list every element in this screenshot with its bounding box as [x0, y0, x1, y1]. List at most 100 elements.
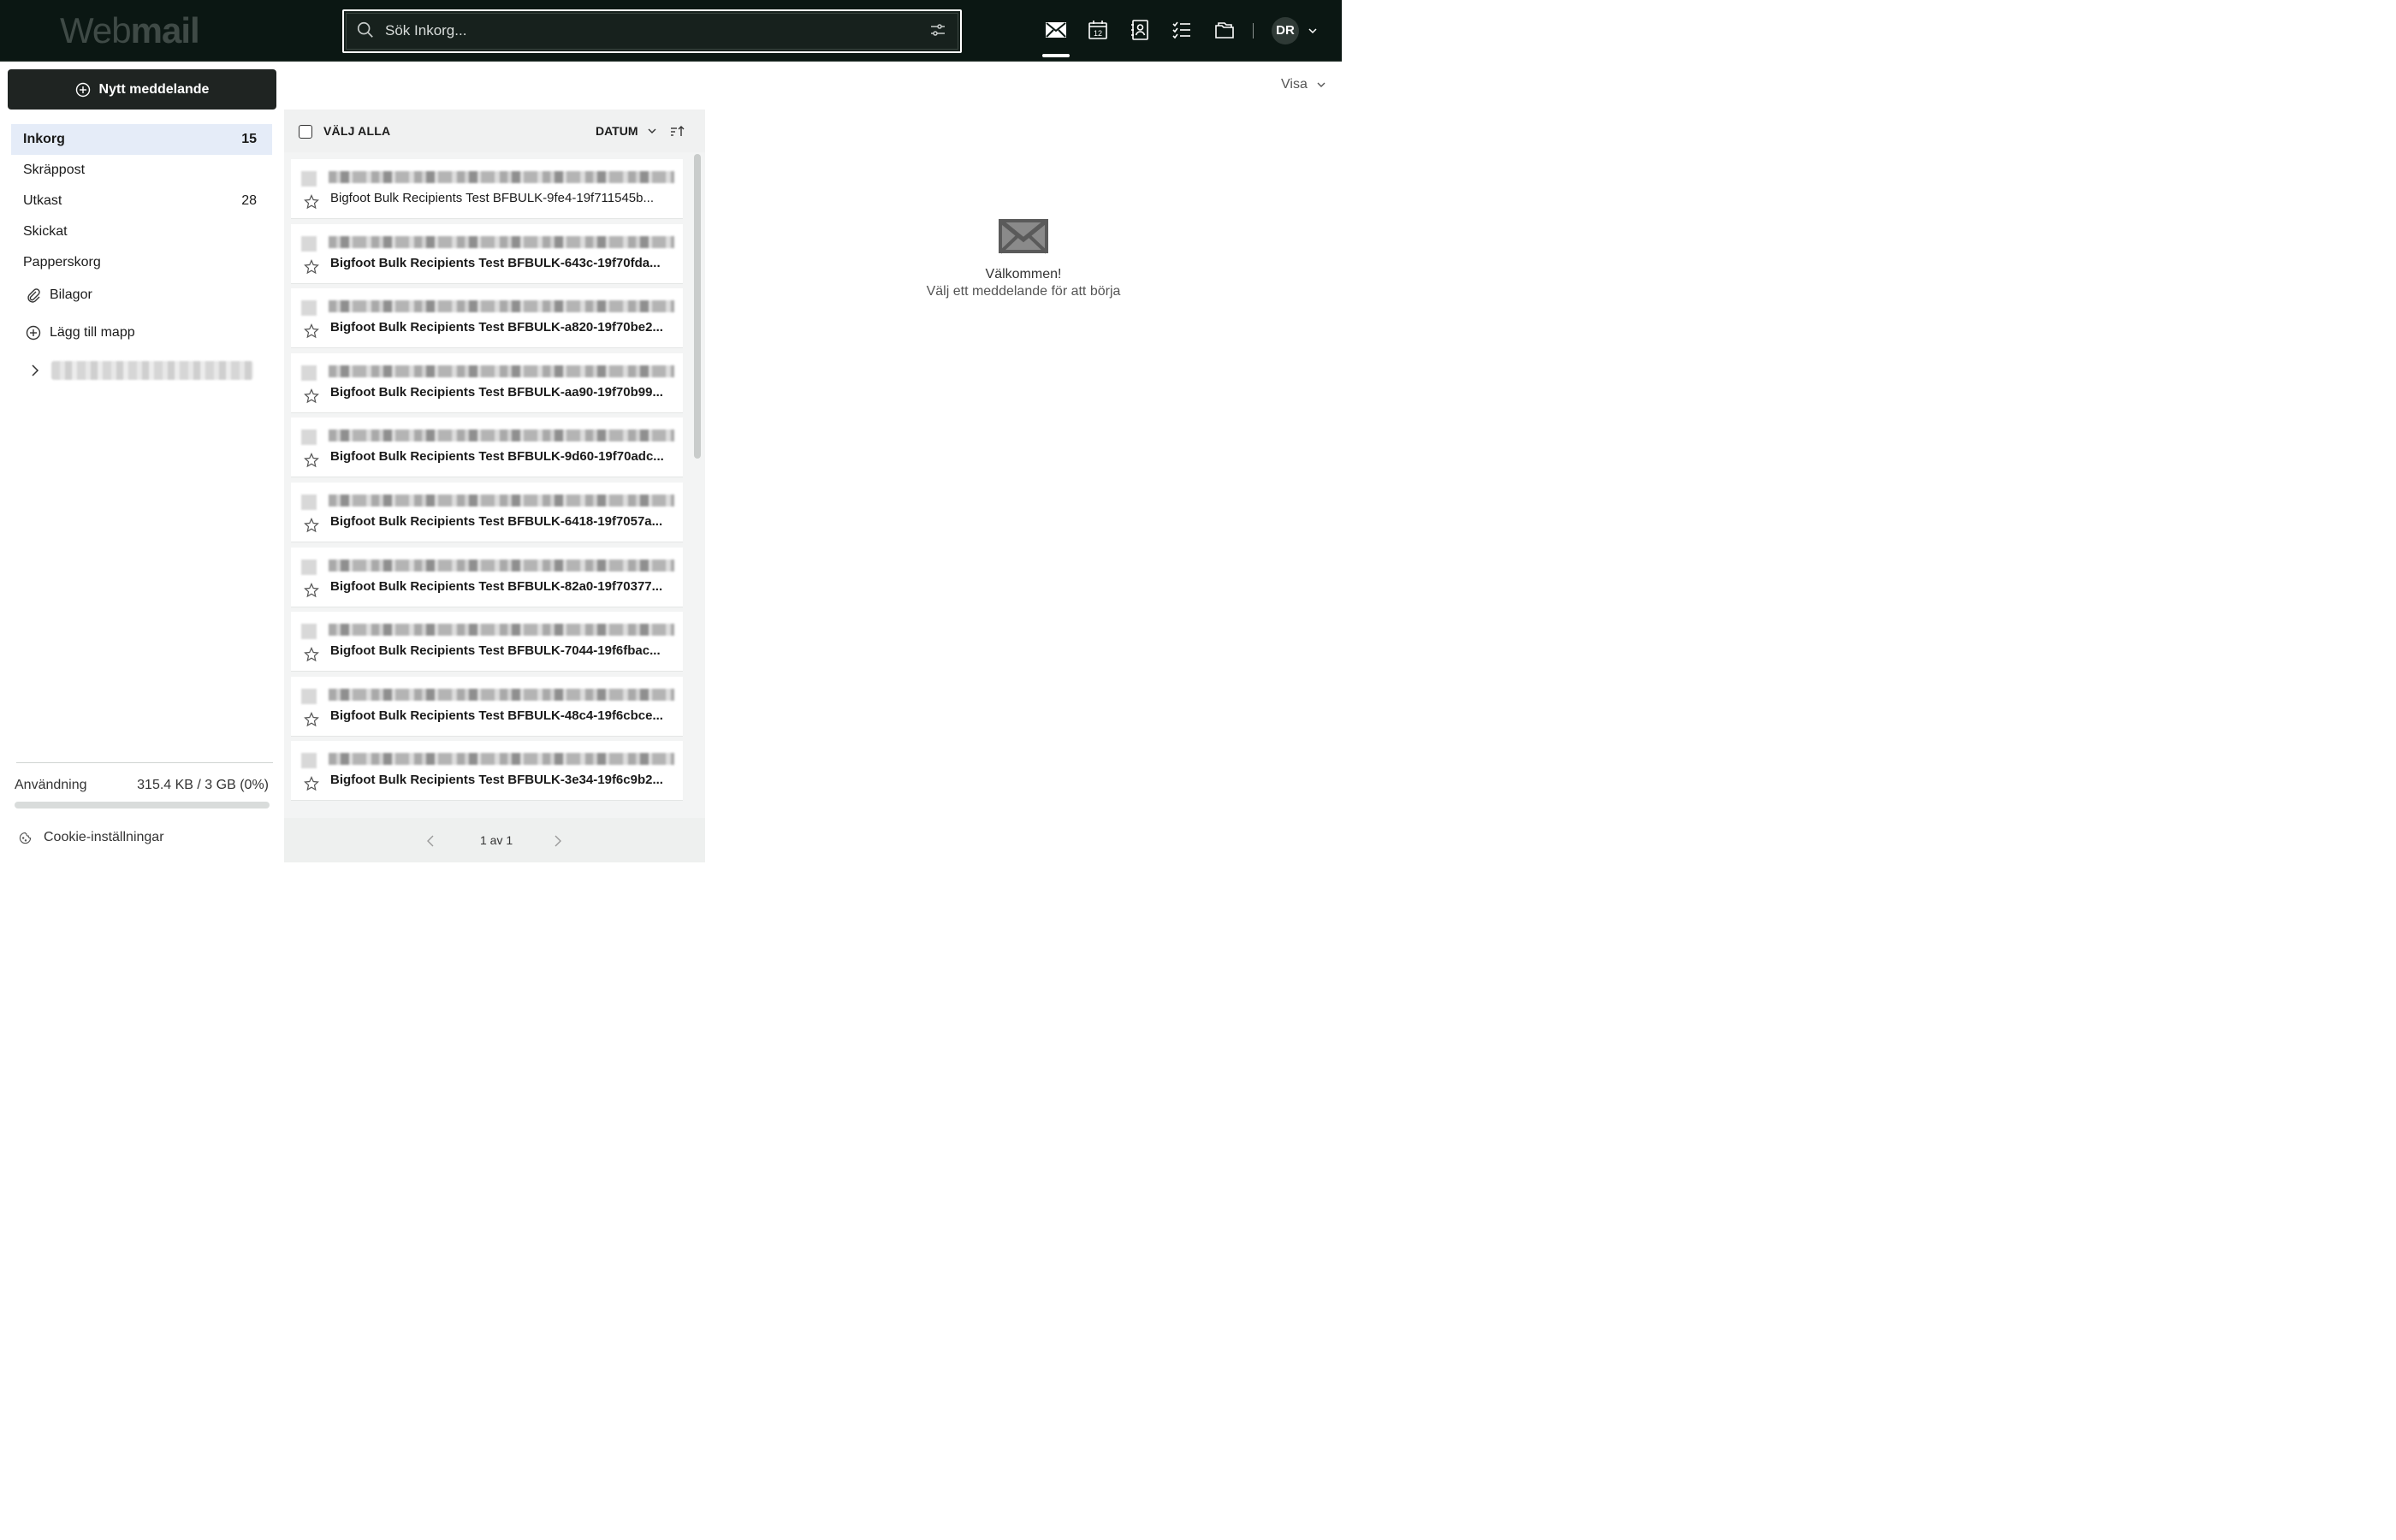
redacted-sender — [329, 624, 674, 637]
folder-spam[interactable]: Skräppost — [11, 155, 272, 186]
folder-sent[interactable]: Skickat — [11, 216, 272, 247]
envelope-icon — [999, 219, 1048, 254]
sender-avatar — [301, 235, 317, 252]
active-app-indicator — [1042, 54, 1070, 57]
star-icon[interactable] — [304, 258, 319, 275]
redacted-sender — [329, 495, 674, 506]
message-row[interactable]: Bigfoot Bulk Recipients Test BFBULK-6418… — [291, 483, 683, 542]
plus-circle-icon — [26, 325, 41, 341]
message-row[interactable]: Bigfoot Bulk Recipients Test BFBULK-3e34… — [291, 741, 683, 802]
message-row[interactable]: Bigfoot Bulk Recipients Test BFBULK-aa90… — [291, 352, 683, 413]
cookie-settings-link[interactable]: Cookie-inställningar — [19, 830, 164, 845]
star-icon[interactable] — [304, 582, 319, 598]
star-icon[interactable] — [304, 323, 319, 339]
redacted-sender — [329, 364, 674, 377]
folder-label: Skräppost — [23, 163, 86, 177]
redacted-sender — [329, 429, 674, 442]
mail-icon[interactable] — [1045, 19, 1067, 41]
message-subject: Bigfoot Bulk Recipients Test BFBULK-9fe4… — [330, 191, 654, 205]
message-row[interactable]: Bigfoot Bulk Recipients Test BFBULK-7044… — [291, 612, 683, 672]
star-icon[interactable] — [304, 194, 319, 210]
previous-page-icon[interactable] — [425, 835, 436, 847]
usage-label: Användning — [15, 778, 87, 792]
calendar-icon[interactable]: 12 — [1087, 19, 1109, 41]
sender-avatar — [301, 300, 317, 317]
tasks-icon[interactable] — [1171, 19, 1193, 41]
sender-avatar — [301, 753, 317, 769]
redacted-sender — [329, 235, 674, 248]
search-input[interactable] — [385, 19, 916, 43]
star-icon[interactable] — [304, 388, 319, 404]
star-icon[interactable] — [304, 518, 319, 533]
redacted-sender — [329, 688, 674, 701]
next-page-icon[interactable] — [553, 835, 563, 847]
folder-label: Papperskorg — [23, 255, 101, 270]
chevron-down-icon — [648, 128, 656, 133]
select-all-label[interactable]: VÄLJ ALLA — [323, 124, 390, 138]
list-scrollbar[interactable] — [694, 154, 701, 459]
usage-bar — [15, 802, 270, 808]
star-icon[interactable] — [304, 711, 319, 727]
search-icon — [357, 21, 373, 38]
plus-circle-icon — [75, 82, 90, 97]
message-row[interactable]: Bigfoot Bulk Recipients Test BFBULK-82a0… — [291, 547, 683, 607]
sender-avatar — [301, 688, 317, 704]
new-message-button[interactable]: Nytt meddelande — [8, 69, 276, 110]
files-icon[interactable] — [1213, 19, 1236, 41]
redacted-sender — [329, 300, 674, 313]
sender-avatar — [301, 495, 317, 510]
svg-text:12: 12 — [1094, 29, 1102, 38]
message-row[interactable]: Bigfoot Bulk Recipients Test BFBULK-48c4… — [291, 676, 683, 737]
message-subject: Bigfoot Bulk Recipients Test BFBULK-a820… — [330, 320, 663, 335]
usage-value: 315.4 KB / 3 GB (0%) — [137, 778, 269, 792]
sort-dropdown[interactable]: DATUM — [596, 124, 657, 138]
sender-avatar — [301, 624, 317, 640]
folder-count: 15 — [241, 132, 257, 146]
message-row[interactable]: Bigfoot Bulk Recipients Test BFBULK-9fe4… — [291, 159, 683, 219]
new-message-label: Nytt meddelande — [98, 81, 210, 97]
folder-inbox[interactable]: Inkorg 15 — [11, 124, 272, 155]
user-avatar[interactable]: DR — [1272, 17, 1299, 44]
filter-settings-icon[interactable] — [929, 21, 946, 38]
welcome-subtitle: Välj ett meddelande för att börja — [926, 284, 1121, 299]
folder-trash[interactable]: Papperskorg — [11, 247, 272, 278]
message-subject: Bigfoot Bulk Recipients Test BFBULK-aa90… — [330, 384, 663, 400]
add-folder-button[interactable]: Lägg till mapp — [26, 325, 135, 341]
redacted-sender — [329, 171, 674, 183]
add-folder-label: Lägg till mapp — [50, 325, 135, 340]
star-icon[interactable] — [304, 453, 319, 468]
attachments-link[interactable]: Bilagor — [26, 287, 92, 303]
cookie-settings-label: Cookie-inställningar — [44, 830, 164, 844]
star-icon[interactable] — [304, 647, 319, 662]
message-row[interactable]: Bigfoot Bulk Recipients Test BFBULK-643c… — [291, 223, 683, 284]
chevron-down-icon[interactable] — [1308, 26, 1318, 36]
message-subject: Bigfoot Bulk Recipients Test BFBULK-48c4… — [330, 708, 663, 723]
folder-label: Skickat — [23, 224, 68, 239]
message-row[interactable]: Bigfoot Bulk Recipients Test BFBULK-9d60… — [291, 418, 683, 478]
redacted-folder[interactable] — [51, 361, 253, 380]
star-icon[interactable] — [304, 776, 319, 791]
toolbar-divider — [1253, 23, 1254, 38]
attachments-label: Bilagor — [50, 287, 92, 302]
webmail-logo[interactable]: Webmail — [60, 12, 200, 50]
sender-avatar — [301, 171, 317, 187]
contacts-icon[interactable] — [1129, 19, 1151, 41]
welcome-title: Välkommen! — [985, 267, 1062, 281]
folder-drafts[interactable]: Utkast 28 — [11, 186, 272, 216]
folder-count: 28 — [241, 193, 257, 208]
select-all-checkbox[interactable] — [299, 125, 312, 139]
message-subject: Bigfoot Bulk Recipients Test BFBULK-7044… — [330, 643, 661, 659]
sort-order-icon[interactable] — [669, 124, 685, 139]
paperclip-icon — [27, 288, 40, 303]
message-row[interactable]: Bigfoot Bulk Recipients Test BFBULK-a820… — [291, 288, 683, 349]
message-subject: Bigfoot Bulk Recipients Test BFBULK-643c… — [330, 255, 661, 270]
chevron-down-icon — [1317, 82, 1326, 87]
message-subject: Bigfoot Bulk Recipients Test BFBULK-9d60… — [330, 449, 664, 465]
pagination: 1 av 1 — [284, 818, 705, 862]
view-menu[interactable]: Visa — [1281, 77, 1326, 92]
top-bar: Webmail 12 DR — [0, 0, 1342, 62]
chevron-right-icon[interactable] — [30, 364, 40, 376]
message-subject: Bigfoot Bulk Recipients Test BFBULK-3e34… — [330, 773, 663, 788]
redacted-sender — [329, 559, 674, 572]
folder-label: Utkast — [23, 193, 62, 208]
